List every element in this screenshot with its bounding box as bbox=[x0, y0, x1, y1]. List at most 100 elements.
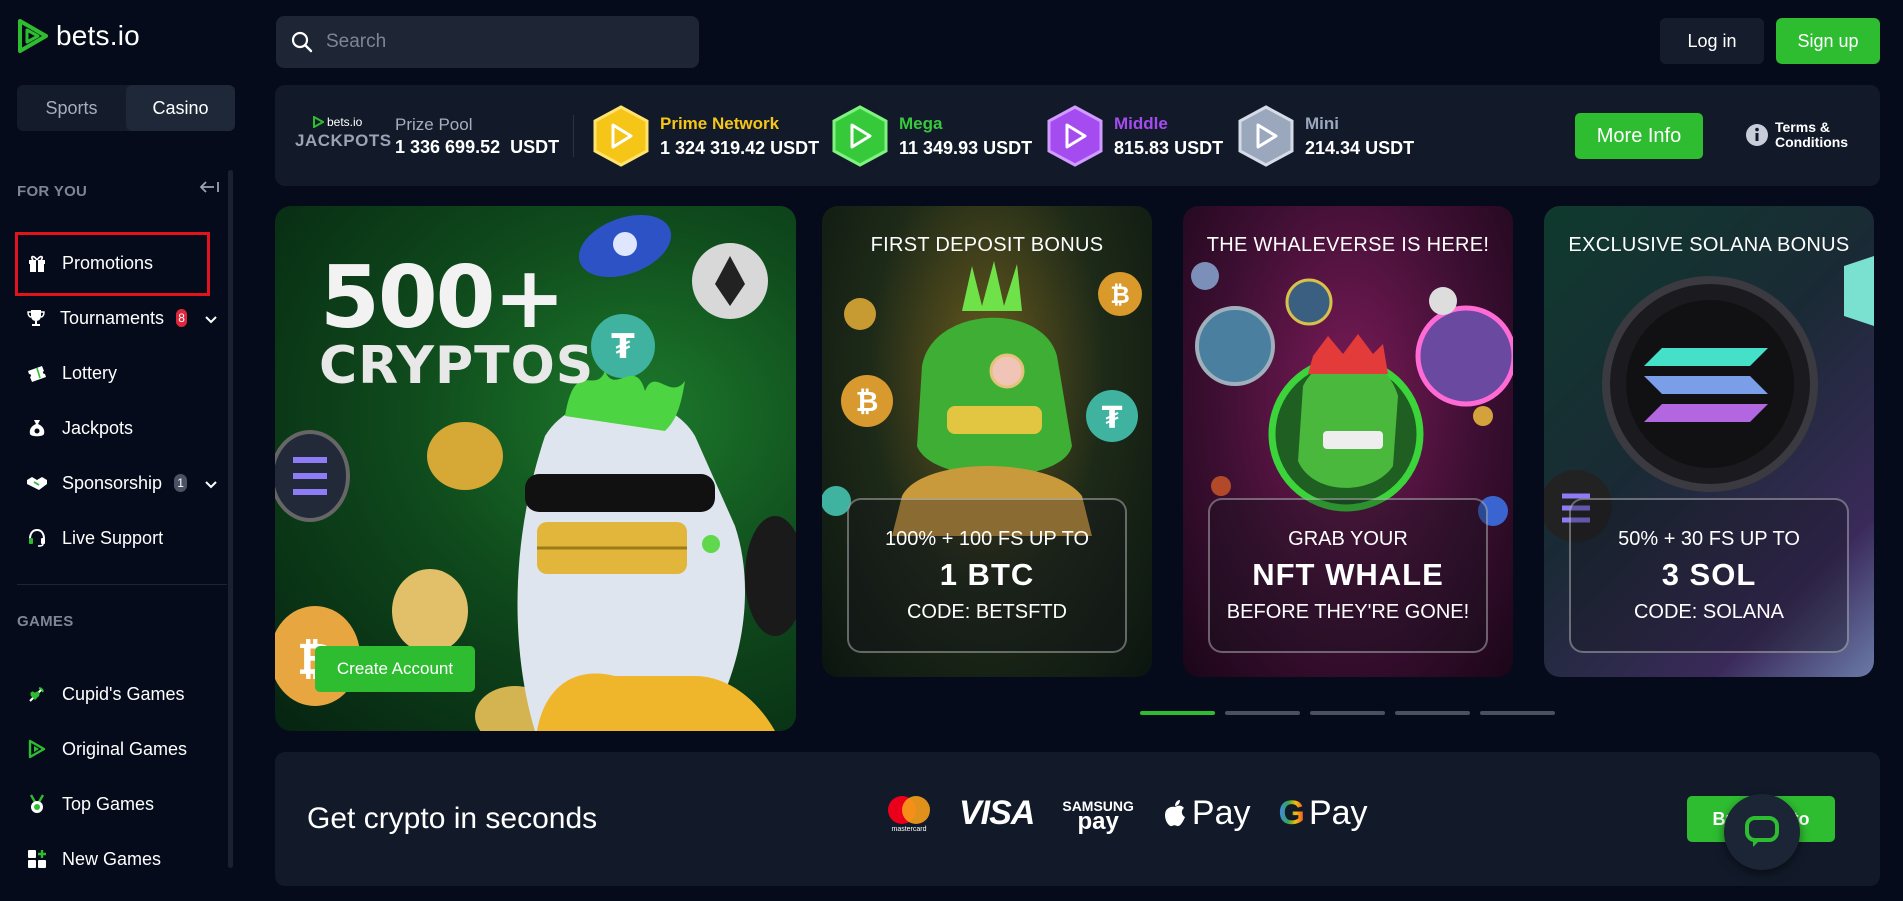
crypto-title: Get crypto in seconds bbox=[307, 802, 598, 835]
jackpot-bar: bets.io JACKPOTS Prize Pool 1 336 699.52… bbox=[275, 85, 1880, 186]
carousel-dot[interactable] bbox=[1395, 711, 1470, 715]
visa-logo: VISA bbox=[959, 794, 1035, 832]
promo-line1: 100% + 100 FS UP TO bbox=[884, 528, 1089, 550]
chevron-down-icon[interactable] bbox=[205, 473, 217, 494]
carousel-dots bbox=[1140, 711, 1555, 715]
mode-casino-tab[interactable]: Casino bbox=[126, 85, 235, 131]
more-info-button[interactable]: More Info bbox=[1575, 113, 1703, 159]
carousel-dot[interactable] bbox=[1225, 711, 1300, 715]
promo-line2: NFT WHALE bbox=[1252, 557, 1444, 592]
promo-header: THE WHALEVERSE IS HERE! bbox=[1206, 234, 1490, 256]
sidebar-item-lottery[interactable]: Lottery bbox=[17, 350, 217, 396]
tournaments-count-badge: 8 bbox=[176, 309, 187, 327]
jackpot-tier-middle: Middle 815.83 USDT bbox=[1046, 105, 1223, 167]
sidebar-item-jackpots[interactable]: Jackpots bbox=[17, 405, 217, 451]
login-button[interactable]: Log in bbox=[1660, 18, 1764, 64]
terms-link[interactable]: Terms & Conditions bbox=[1745, 120, 1848, 150]
apple-pay-text: Pay bbox=[1191, 794, 1251, 832]
sidebar-item-label: Original Games bbox=[62, 738, 188, 759]
tier-name: Mini bbox=[1305, 113, 1339, 133]
jackpots-logo: bets.io JACKPOTS bbox=[295, 115, 392, 151]
sidebar-item-label: Top Games bbox=[62, 793, 155, 814]
svg-text:₿: ₿ bbox=[856, 385, 879, 418]
bets-logo-icon bbox=[313, 116, 324, 128]
promo-card-first-deposit[interactable]: ₿ ₿ ₮ FIRST DEPOSIT BONUS 100% + 100 FS … bbox=[822, 206, 1152, 677]
sidebar-item-label: Promotions bbox=[62, 252, 154, 273]
sidebar-scrollbar[interactable] bbox=[228, 170, 233, 868]
live-chat-button[interactable] bbox=[1724, 794, 1800, 870]
chat-bubble-icon bbox=[1745, 816, 1779, 847]
bets-logo-icon bbox=[18, 19, 48, 53]
mini-hexagon-icon bbox=[1238, 105, 1294, 167]
terms-line1: Terms & bbox=[1775, 119, 1830, 135]
promo-header: FIRST DEPOSIT BONUS bbox=[870, 234, 1104, 256]
tier-currency: USDT bbox=[983, 137, 1033, 158]
jackpots-logo-title: JACKPOTS bbox=[295, 131, 392, 150]
jackpot-tier-mini: Mini 214.34 USDT bbox=[1237, 105, 1414, 167]
tier-name: Prime Network bbox=[660, 113, 780, 133]
create-account-button[interactable]: Create Account bbox=[315, 646, 475, 692]
sidebar: bets.io Sports Casino FOR YOU Promotions… bbox=[0, 0, 240, 901]
tier-amount-value: 214.34 bbox=[1305, 137, 1361, 158]
promo-line1: 50% + 30 FS UP TO bbox=[1618, 528, 1800, 550]
hero-title-word: CRYPTOS bbox=[319, 336, 595, 396]
middle-hexagon-icon bbox=[1047, 105, 1103, 167]
tier-amount-value: 1 324 319.42 bbox=[660, 137, 766, 158]
prize-pool-currency: USDT bbox=[510, 137, 560, 157]
sidebar-item-original-games[interactable]: Original Games bbox=[17, 726, 217, 772]
search-box[interactable] bbox=[276, 16, 699, 68]
jackpot-tier-mega: Mega 11 349.93 USDT bbox=[831, 105, 1032, 167]
carousel-dot[interactable] bbox=[1310, 711, 1385, 715]
brand-name: bets.io bbox=[56, 20, 140, 51]
money-bag-icon bbox=[26, 417, 48, 439]
buy-crypto-bar: Get crypto in seconds mastercard VISA SA… bbox=[275, 752, 1880, 886]
sidebar-item-new-games[interactable]: New Games bbox=[17, 836, 217, 882]
sidebar-item-label: Sponsorship bbox=[62, 472, 163, 493]
sidebar-item-label: Jackpots bbox=[62, 417, 134, 438]
sidebar-item-sponsorship[interactable]: Sponsorship 1 bbox=[17, 460, 217, 506]
prize-pool-amount: 1 336 699.52 bbox=[395, 137, 501, 157]
google-pay-logo: G Pay bbox=[1279, 794, 1368, 833]
svg-text:₿: ₿ bbox=[1110, 281, 1130, 309]
tier-amount-value: 815.83 bbox=[1114, 137, 1170, 158]
sidebar-divider bbox=[17, 584, 227, 585]
search-icon bbox=[291, 31, 313, 53]
promo-panel: GRAB YOUR NFT WHALE BEFORE THEY'RE GONE! bbox=[1208, 498, 1488, 653]
svg-text:₮: ₮ bbox=[1102, 401, 1123, 436]
promo-header: EXCLUSIVE SOLANA BONUS bbox=[1568, 234, 1850, 256]
section-for-you-label: FOR YOU bbox=[17, 183, 88, 200]
sidebar-item-tournaments[interactable]: Tournaments 8 bbox=[17, 295, 217, 341]
sidebar-item-cupids-games[interactable]: Cupid's Games bbox=[17, 671, 217, 717]
search-input[interactable] bbox=[326, 31, 666, 53]
tier-name: Middle bbox=[1114, 113, 1168, 133]
handshake-icon bbox=[26, 472, 48, 494]
tier-amount: 11 349.93 USDT bbox=[899, 138, 1032, 159]
chevron-down-icon[interactable] bbox=[205, 308, 217, 329]
hero-title-number: 500+ bbox=[320, 248, 566, 348]
carousel-dot[interactable] bbox=[1480, 711, 1555, 715]
sidebar-item-live-support[interactable]: Live Support bbox=[17, 515, 217, 561]
prize-pool: Prize Pool 1 336 699.52 USDT bbox=[395, 115, 559, 158]
brand-logo[interactable]: bets.io bbox=[16, 18, 140, 54]
promo-line1: GRAB YOUR bbox=[1288, 528, 1408, 550]
google-g-icon: G bbox=[1278, 794, 1305, 832]
hero-banner[interactable]: ₮ ₿ 500+ CRYPTOS Create Account bbox=[275, 206, 796, 731]
headset-icon bbox=[26, 527, 48, 549]
sidebar-item-label: Cupid's Games bbox=[62, 683, 185, 704]
tier-amount: 214.34 USDT bbox=[1305, 138, 1414, 159]
collapse-sidebar-icon[interactable] bbox=[198, 180, 220, 199]
promo-line2: 1 BTC bbox=[939, 557, 1035, 592]
samsung-pay-logo: SAMSUNG pay bbox=[1062, 798, 1134, 833]
sidebar-item-label: Lottery bbox=[62, 362, 118, 383]
sidebar-item-top-games[interactable]: Top Games bbox=[17, 781, 217, 827]
sidebar-item-promotions[interactable]: Promotions bbox=[17, 240, 217, 286]
prize-pool-value: 1 336 699.52 USDT bbox=[395, 137, 559, 158]
promo-card-solana[interactable]: EXCLUSIVE SOLANA BONUS 50% + 30 FS UP TO… bbox=[1544, 206, 1874, 677]
sidebar-item-label: New Games bbox=[62, 848, 162, 869]
mode-sports-tab[interactable]: Sports bbox=[17, 85, 126, 131]
mega-hexagon-icon bbox=[832, 105, 888, 167]
prize-pool-label: Prize Pool bbox=[395, 115, 473, 134]
signup-button[interactable]: Sign up bbox=[1776, 18, 1880, 64]
promo-card-whaleverse[interactable]: THE WHALEVERSE IS HERE! GRAB YOUR NFT WH… bbox=[1183, 206, 1513, 677]
carousel-dot[interactable] bbox=[1140, 711, 1215, 715]
